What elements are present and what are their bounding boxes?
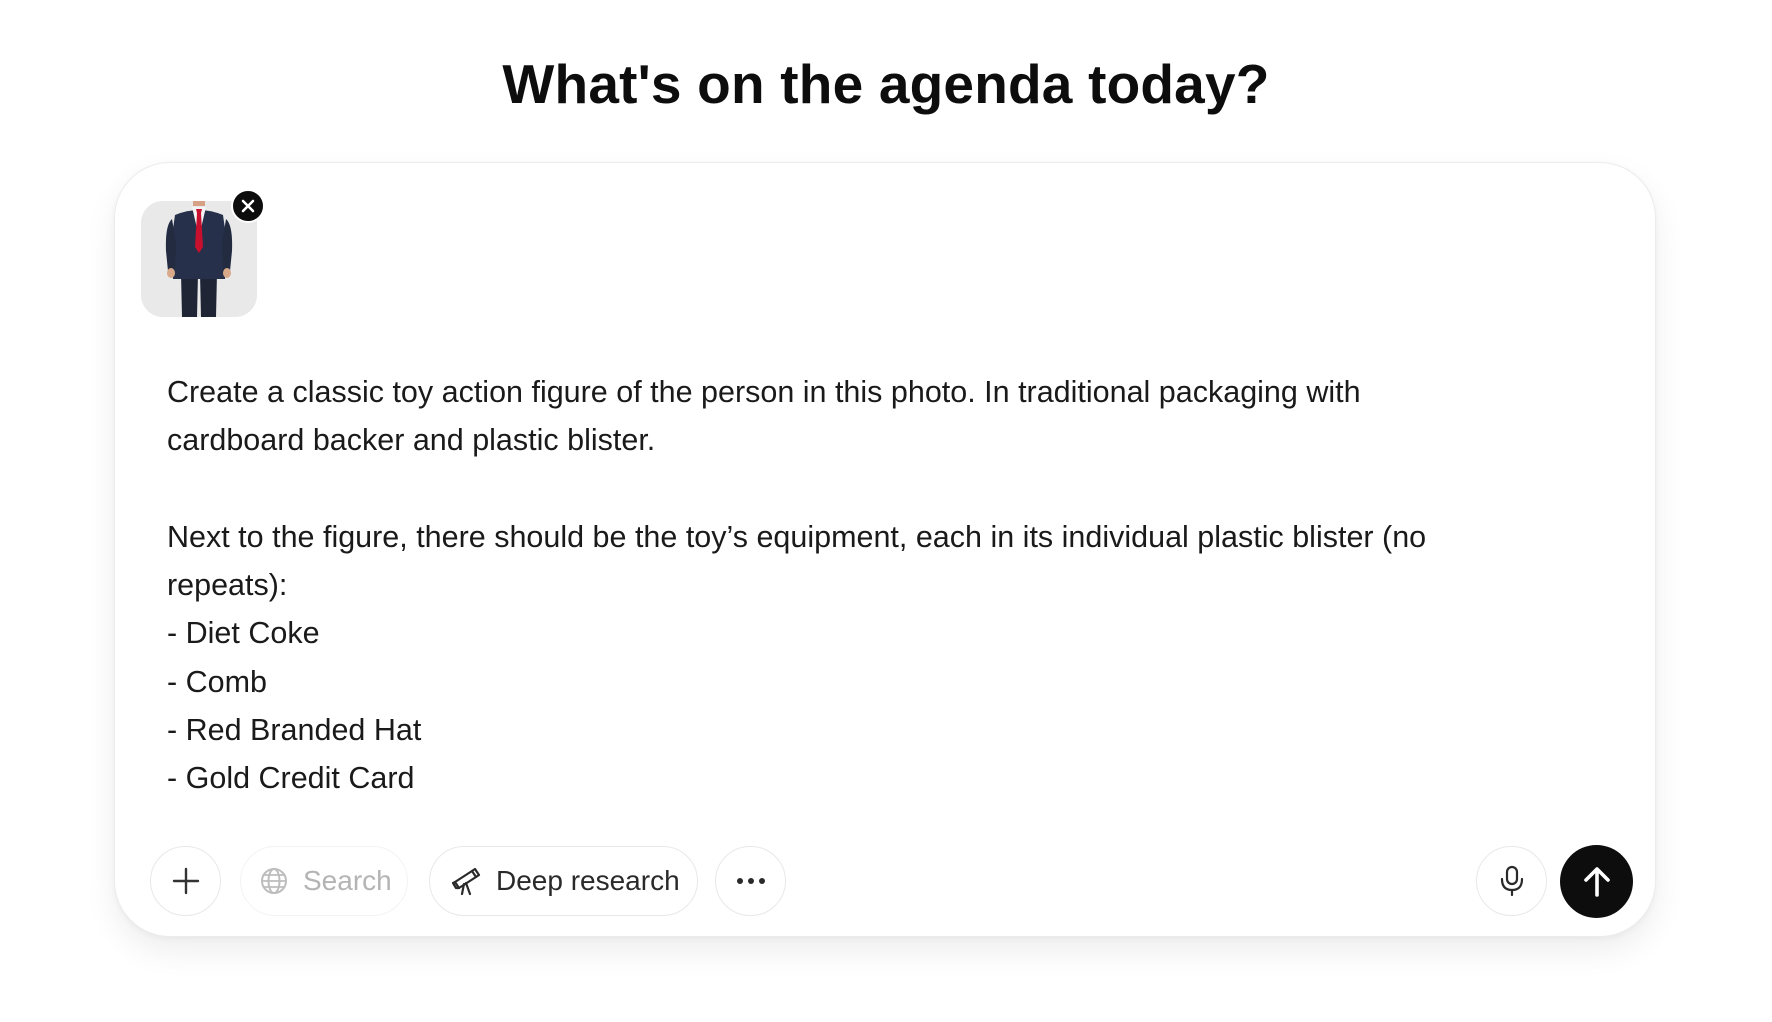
prompt-line: - Red Branded Hat [167,713,422,748]
prompt-input[interactable]: Create a classic toy action figure of th… [167,368,1607,803]
globe-icon [261,868,287,894]
search-button[interactable]: Search [240,846,408,916]
close-icon [241,199,255,213]
add-attachment-button[interactable] [150,846,221,916]
prompt-line [167,465,1607,513]
send-button[interactable] [1560,845,1633,918]
arrow-up-icon [1583,866,1610,897]
voice-input-button[interactable] [1476,846,1547,916]
more-options-button[interactable] [715,846,786,916]
remove-attachment-button[interactable] [231,189,265,223]
prompt-line: - Comb [167,664,267,699]
page-title: What's on the agenda today? [502,53,1270,115]
page: What's on the agenda today? Create a cla… [0,0,1772,1022]
microphone-icon [1500,865,1523,897]
prompt-line: - Diet Coke [167,616,320,651]
deep-research-label: Deep research [496,865,680,896]
prompt-line: cardboard backer and plastic blister. [167,423,656,458]
plus-icon [172,867,199,895]
prompt-composer: Create a classic toy action figure of th… [114,162,1656,937]
prompt-line: Create a classic toy action figure of th… [167,375,1361,409]
prompt-line: Next to the figure, there should be the … [167,519,1427,554]
prompt-line: - Gold Credit Card [167,761,415,796]
telescope-icon [451,867,481,896]
deep-research-button[interactable]: Deep research [429,846,698,916]
more-horizontal-icon [736,878,765,884]
search-button-label: Search [303,865,392,896]
prompt-line: repeats): [167,568,288,603]
